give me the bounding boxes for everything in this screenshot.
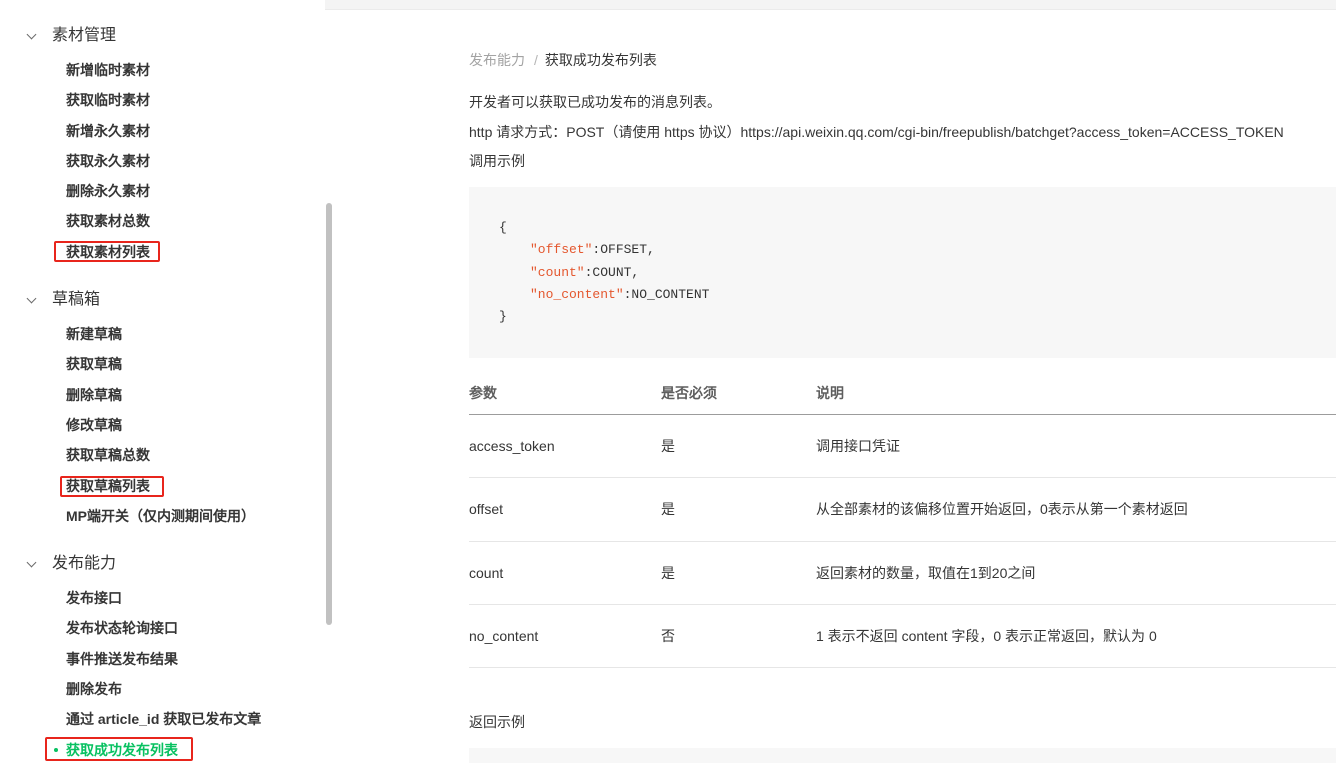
sidebar-item-get-material-list[interactable]: 获取素材列表 (0, 237, 325, 267)
intro-text: 开发者可以获取已成功发布的消息列表。 (469, 94, 721, 110)
breadcrumb-separator: / (534, 52, 538, 68)
sidebar-section-title: 素材管理 (52, 27, 117, 44)
return-example-label: 返回示例 (469, 714, 525, 730)
table-cell: access_token (469, 438, 555, 455)
sidebar-item-publish-event-push[interactable]: 事件推送发布结果 (0, 644, 325, 674)
sidebar-section-items: 新增临时素材 获取临时素材 新增永久素材 获取永久素材 删除永久素材 获取素材总… (0, 55, 325, 267)
breadcrumb: 发布能力 / 获取成功发布列表 (469, 50, 657, 70)
code-line: "no_content":NO_CONTENT (499, 284, 1336, 306)
table-cell: 1 表示不返回 content 字段，0 表示正常返回，默认为 0 (816, 627, 1157, 644)
table-row: no_content 否 1 表示不返回 content 字段，0 表示正常返回… (469, 605, 1336, 668)
annotation-highlight-box (60, 476, 164, 497)
table-header-row: 参数 是否必须 说明 (469, 372, 1336, 415)
sidebar-item-get-material-count[interactable]: 获取素材总数 (0, 206, 325, 236)
code-line: "count":COUNT, (499, 262, 1336, 284)
table-cell: count (469, 564, 504, 581)
code-value: :NO_CONTENT (623, 286, 710, 302)
chevron-down-icon (26, 293, 37, 304)
sidebar-item-delete-draft[interactable]: 删除草稿 (0, 380, 325, 410)
code-key: "count" (530, 264, 585, 280)
call-example-label: 调用示例 (469, 153, 525, 169)
table-cell: 是 (661, 438, 675, 455)
sidebar-item-add-permanent-material[interactable]: 新增永久素材 (0, 116, 325, 146)
sidebar-section-title: 发布能力 (52, 555, 117, 573)
sidebar-section-publishing[interactable]: 发布能力 (0, 547, 325, 583)
sidebar-item-update-draft[interactable]: 修改草稿 (0, 410, 325, 440)
request-method-text: http 请求方式：POST（请使用 https 协议）https://api.… (469, 124, 1284, 140)
code-block-return-example (469, 748, 1336, 763)
table-row: access_token 是 调用接口凭证 (469, 415, 1336, 479)
sidebar-section-items: 新建草稿 获取草稿 删除草稿 修改草稿 获取草稿总数 获取草稿列表 MP端开关（… (0, 319, 325, 531)
table-row: offset 是 从全部素材的该偏移位置开始返回，0表示从第一个素材返回 (469, 478, 1336, 542)
code-key: "no_content" (530, 286, 624, 302)
code-line: "offset":OFFSET, (499, 239, 1336, 261)
table-row: count 是 返回素材的数量，取值在1到20之间 (469, 542, 1336, 605)
code-key: "offset" (530, 242, 593, 258)
sidebar-item-add-temp-material[interactable]: 新增临时素材 (0, 55, 325, 85)
chevron-down-icon (26, 29, 37, 40)
table-cell: 返回素材的数量，取值在1到20之间 (816, 564, 1036, 581)
sidebar-nav: 素材管理 新增临时素材 获取临时素材 新增永久素材 获取永久素材 删除永久素材 … (0, 0, 325, 763)
table-cell: no_content (469, 627, 539, 644)
main-content: 发布能力 / 获取成功发布列表 开发者可以获取已成功发布的消息列表。 http 请求… (469, 0, 1336, 763)
table-cell: 调用接口凭证 (816, 438, 900, 455)
table-cell: 是 (661, 501, 675, 518)
sidebar-item-get-temp-material[interactable]: 获取临时素材 (0, 85, 325, 115)
sidebar-section-drafts[interactable]: 草稿箱 (0, 283, 325, 319)
table-header-cell: 是否必须 (661, 385, 717, 401)
sidebar-item-get-article-by-id[interactable]: 通过 article_id 获取已发布文章 (0, 704, 325, 734)
table-cell: 否 (661, 627, 675, 644)
table-header-cell: 参数 (469, 385, 497, 401)
table-cell: 从全部素材的该偏移位置开始返回，0表示从第一个素材返回 (816, 501, 1188, 518)
sidebar-section-title: 草稿箱 (52, 291, 101, 309)
sidebar-section-material[interactable]: 素材管理 (0, 19, 325, 55)
table-cell: offset (469, 501, 503, 518)
sidebar-scrollbar[interactable] (326, 203, 332, 625)
table-header-cell: 说明 (816, 385, 844, 401)
sidebar-item-delete-publish[interactable]: 删除发布 (0, 674, 325, 704)
breadcrumb-parent-link[interactable]: 发布能力 (469, 52, 525, 68)
sidebar-item-get-permanent-material[interactable]: 获取永久素材 (0, 146, 325, 176)
params-table: 参数 是否必须 说明 access_token 是 调用接口凭证 offset … (469, 372, 1336, 668)
table-cell: 是 (661, 564, 675, 581)
code-line: { (499, 220, 507, 235)
sidebar-item-delete-permanent-material[interactable]: 删除永久素材 (0, 176, 325, 206)
code-block-call-example: { "offset":OFFSET, "count":COUNT, "no_co… (469, 187, 1336, 358)
sidebar-item-get-draft-count[interactable]: 获取草稿总数 (0, 440, 325, 470)
sidebar-item-publish-api[interactable]: 发布接口 (0, 583, 325, 613)
chevron-down-icon (26, 557, 37, 568)
sidebar-item-mp-switch[interactable]: MP端开关（仅内测期间使用） (0, 501, 325, 531)
annotation-highlight-box (54, 241, 160, 262)
annotation-highlight-box (45, 737, 193, 761)
sidebar-item-publish-status-poll[interactable]: 发布状态轮询接口 (0, 613, 325, 643)
breadcrumb-current: 获取成功发布列表 (544, 52, 657, 68)
code-value: :OFFSET, (592, 242, 655, 258)
sidebar-item-new-draft[interactable]: 新建草稿 (0, 319, 325, 349)
code-value: :COUNT, (584, 264, 640, 280)
sidebar-item-get-draft[interactable]: 获取草稿 (0, 349, 325, 379)
code-line: } (499, 309, 507, 324)
